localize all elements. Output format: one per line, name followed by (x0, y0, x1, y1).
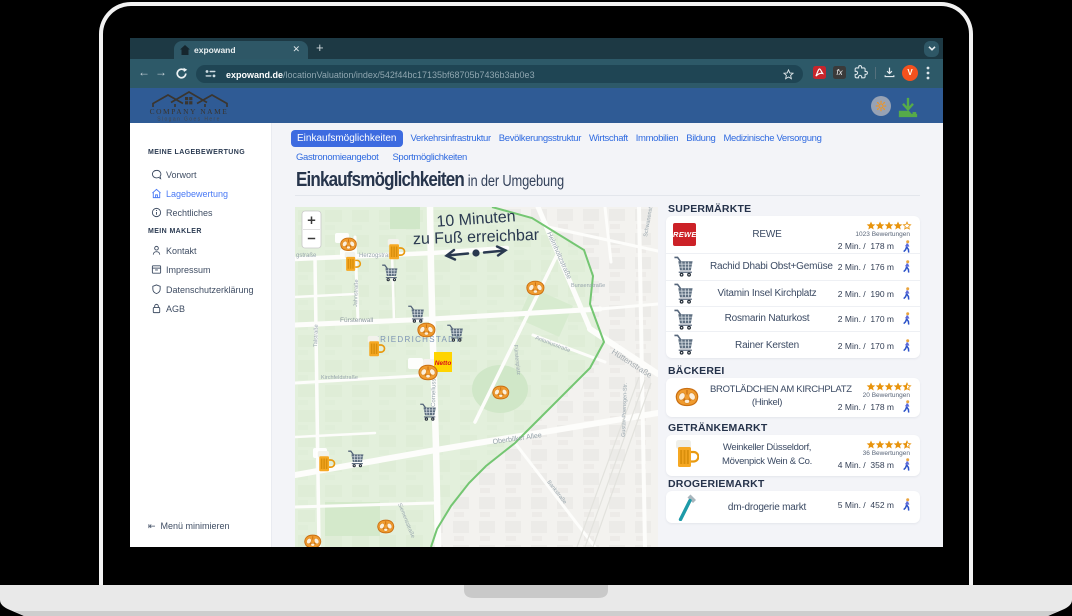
svg-text:Kirchfeldstraße: Kirchfeldstraße (321, 375, 358, 381)
svg-text:Talstraße: Talstraße (313, 324, 320, 347)
svg-text:Slogan Goes Here: Slogan Goes Here (157, 117, 221, 123)
svg-text:COMPANY NAME: COMPANY NAME (150, 107, 229, 116)
svg-text:Jahnstraße: Jahnstraße (353, 279, 360, 307)
svg-text:Fürstenwall: Fürstenwall (340, 317, 374, 324)
svg-text:Bunsenstraße: Bunsenstraße (571, 283, 605, 289)
svg-text:Netto: Netto (435, 360, 452, 367)
svg-text:gstraße: gstraße (296, 253, 317, 259)
svg-text:FRIEDRICHSTADT: FRIEDRICHSTADT (374, 335, 461, 344)
